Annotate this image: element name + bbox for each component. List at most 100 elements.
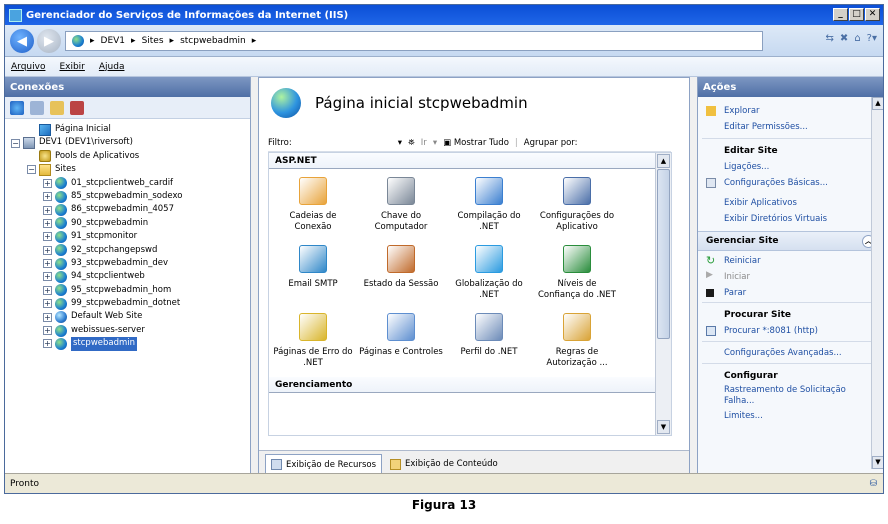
advanced-settings-link[interactable]: Configurações Avançadas...	[698, 345, 883, 361]
feature-item[interactable]: Configurações do Aplicativo	[533, 169, 621, 237]
tree-node[interactable]: Página Inicial	[5, 123, 250, 136]
feature-label: Estado da Sessão	[363, 279, 439, 289]
expand-toggle[interactable]: +	[43, 178, 52, 188]
show-all-button[interactable]: ▣ Mostrar Tudo	[443, 138, 509, 148]
features-scrollbar[interactable]: ▲ ▼	[655, 153, 671, 435]
expand-toggle[interactable]: +	[43, 192, 52, 202]
feature-label: Chave do Computador	[374, 211, 428, 232]
tab-features-view[interactable]: Exibição de Recursos	[265, 454, 382, 474]
actions-scroll-up-arrow[interactable]: ▲	[872, 97, 883, 110]
default-site-icon	[55, 311, 67, 324]
edit-permissions-link[interactable]: Editar Permissões...	[698, 119, 883, 135]
start-link[interactable]: ▶ Iniciar	[698, 269, 883, 285]
connections-header: Conexões	[5, 77, 250, 97]
feature-label: Globalização do .NET	[455, 279, 523, 300]
feature-item[interactable]: Páginas de Erro do .NET	[269, 305, 357, 373]
view-applications-link[interactable]: Exibir Aplicativos	[698, 195, 883, 211]
breadcrumb-item[interactable]: Sites	[142, 36, 164, 46]
feature-label: Email SMTP	[288, 279, 338, 289]
menu-arquivo[interactable]: Arquivo	[11, 62, 45, 72]
expand-toggle[interactable]: +	[43, 326, 52, 336]
connect-to-server-icon[interactable]	[10, 100, 24, 115]
feature-item[interactable]: Níveis de Confiança do .NET	[533, 237, 621, 305]
feature-item[interactable]: Perfil do .NET	[445, 305, 533, 373]
feature-item[interactable]: Cadeias de Conexão	[269, 169, 357, 237]
tree-node[interactable]: + webissues-server	[5, 324, 250, 337]
tree-node[interactable]: +95_stcpwebadmin_hom	[5, 284, 250, 297]
expand-toggle[interactable]: −	[11, 138, 20, 148]
feature-label: Configurações do Aplicativo	[539, 211, 615, 232]
tree-node[interactable]: − Sites	[5, 163, 250, 176]
connect-icon[interactable]: ⇆	[826, 33, 834, 44]
feature-item[interactable]: Regras de Autorização ...	[533, 305, 621, 373]
feature-item[interactable]: Chave do Computador	[357, 169, 445, 237]
scroll-up-arrow[interactable]: ▲	[657, 154, 670, 168]
explore-link[interactable]: Explorar	[698, 103, 883, 119]
actions-scrollbar[interactable]: ▲ ▼	[871, 97, 883, 469]
expand-toggle[interactable]: +	[43, 232, 52, 242]
browse-link[interactable]: Procurar *:8081 (http)	[698, 323, 883, 339]
expand-toggle[interactable]: +	[43, 339, 52, 349]
home-nav-icon[interactable]: ⌂	[854, 33, 860, 44]
stop-icon[interactable]: ✖	[840, 33, 848, 44]
tree-node[interactable]: +91_stcpmonitor	[5, 230, 250, 243]
save-icon[interactable]	[30, 100, 44, 115]
expand-toggle[interactable]: +	[43, 245, 52, 255]
tree-node[interactable]: Pools de Aplicativos	[5, 150, 250, 163]
breadcrumb[interactable]: ▸ DEV1 ▸ Sites ▸ stcpwebadmin ▸	[65, 31, 763, 51]
tree-node[interactable]: − DEV1 (DEV1\riversoft)	[5, 136, 250, 150]
expand-toggle[interactable]: +	[43, 259, 52, 269]
group-by-dropdown[interactable]: Agrupar por:	[524, 138, 578, 148]
tree-node[interactable]: +92_stcpchangepswd	[5, 244, 250, 257]
tree-node[interactable]: +85_stcpwebadmin_sodexo	[5, 190, 250, 203]
expand-toggle[interactable]: +	[43, 285, 52, 295]
close-button[interactable]: ✕	[865, 8, 880, 21]
actions-scroll-down-arrow[interactable]: ▼	[872, 456, 883, 469]
scroll-thumb[interactable]	[657, 169, 670, 339]
bindings-link[interactable]: Ligações...	[698, 159, 883, 175]
tree-node[interactable]: +86_stcpwebadmin_4057	[5, 203, 250, 217]
go-button[interactable]: Ir	[421, 138, 427, 148]
up-folder-icon[interactable]	[50, 100, 64, 115]
tree-node[interactable]: +90_stcpwebadmin	[5, 217, 250, 230]
tree-node[interactable]: +94_stcpclientweb	[5, 270, 250, 283]
forward-button[interactable]: ▶	[37, 29, 61, 53]
expand-toggle[interactable]: +	[43, 312, 52, 322]
expand-toggle[interactable]: +	[43, 205, 52, 215]
feature-item[interactable]: Páginas e Controles	[357, 305, 445, 373]
feature-item[interactable]: Compilação do .NET	[445, 169, 533, 237]
menu-ajuda[interactable]: Ajuda	[99, 62, 125, 72]
stop-link[interactable]: Parar	[698, 285, 883, 301]
tree-node[interactable]: +99_stcpwebadmin_dotnet	[5, 297, 250, 310]
tree-node[interactable]: + stcpwebadmin	[5, 337, 250, 351]
filter-dropdown-icon[interactable]: ▾	[398, 138, 402, 148]
limits-link[interactable]: Limites...	[698, 408, 883, 424]
maximize-button[interactable]: □	[849, 8, 864, 21]
website-icon	[55, 270, 67, 283]
expand-toggle[interactable]: +	[43, 218, 52, 228]
tree-node[interactable]: +93_stcpwebadmin_dev	[5, 257, 250, 270]
tab-content-view[interactable]: Exibição de Conteúdo	[385, 454, 503, 474]
view-virtual-directories-link[interactable]: Exibir Diretórios Virtuais	[698, 211, 883, 227]
go-icon[interactable]: ⛯	[408, 138, 415, 148]
expand-toggle[interactable]: +	[43, 272, 52, 282]
go-dropdown-icon[interactable]: ▾	[433, 138, 437, 148]
menu-exibir[interactable]: Exibir	[59, 62, 84, 72]
scroll-down-arrow[interactable]: ▼	[657, 420, 670, 434]
minimize-button[interactable]: _	[833, 8, 848, 21]
breadcrumb-item[interactable]: DEV1	[101, 36, 126, 46]
basic-settings-link[interactable]: Configurações Básicas...	[698, 175, 883, 191]
feature-item[interactable]: Globalização do .NET	[445, 237, 533, 305]
remove-connection-icon[interactable]	[70, 100, 84, 115]
back-button[interactable]: ◀	[10, 29, 34, 53]
expand-toggle[interactable]: −	[27, 165, 36, 175]
breadcrumb-item[interactable]: stcpwebadmin	[180, 36, 246, 46]
expand-toggle[interactable]: +	[43, 299, 52, 309]
failed-request-tracing-link[interactable]: Rastreamento de Solicitação Falha...	[698, 384, 883, 408]
restart-link[interactable]: ↻ Reiniciar	[698, 253, 883, 269]
tree-node[interactable]: + Default Web Site	[5, 310, 250, 324]
feature-item[interactable]: Email SMTP	[269, 237, 357, 305]
feature-item[interactable]: Estado da Sessão	[357, 237, 445, 305]
tree-node[interactable]: +01_stcpclientweb_cardif	[5, 177, 250, 190]
help-icon[interactable]: ?▾	[867, 33, 877, 44]
